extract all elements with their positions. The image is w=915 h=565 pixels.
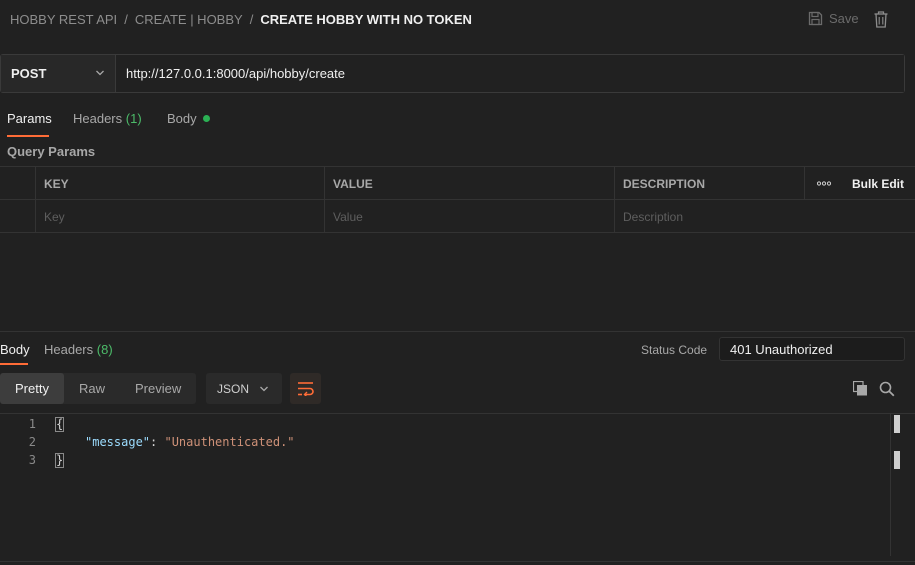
breadcrumb-collection[interactable]: HOBBY REST API xyxy=(10,12,117,27)
value-input[interactable]: Value xyxy=(324,200,614,233)
column-description: DESCRIPTION xyxy=(614,167,804,200)
more-icon xyxy=(816,181,831,186)
breadcrumb-separator: / xyxy=(249,12,254,27)
json-key: "message" xyxy=(85,435,151,449)
json-value: "Unauthenticated." xyxy=(164,435,295,449)
key-input[interactable]: Key xyxy=(35,200,324,233)
tab-body-label: Body xyxy=(167,111,197,126)
body-indicator-dot xyxy=(202,115,210,122)
save-label: Save xyxy=(829,11,859,26)
trash-icon[interactable] xyxy=(874,11,888,28)
line-number: 1 xyxy=(28,417,36,431)
scrollbar-thumb[interactable] xyxy=(894,415,900,433)
column-value: VALUE xyxy=(324,167,614,200)
line-number: 3 xyxy=(28,453,36,467)
response-active-tab-indicator xyxy=(0,363,28,365)
tab-body[interactable]: Body xyxy=(167,111,210,126)
description-input[interactable]: Description xyxy=(614,200,915,233)
response-headers-count: (8) xyxy=(96,342,113,357)
wrap-lines-button[interactable] xyxy=(290,373,321,404)
scrollbar-track[interactable] xyxy=(890,414,905,556)
response-tab-headers-label: Headers xyxy=(44,342,94,357)
more-options-button[interactable] xyxy=(804,167,842,200)
request-url-bar: POST http://127.0.0.1:8000/api/hobby/cre… xyxy=(0,54,905,93)
response-format-tabs: Pretty Raw Preview xyxy=(0,373,197,404)
save-button[interactable]: Save xyxy=(808,11,859,26)
save-icon xyxy=(808,11,823,26)
method-label: POST xyxy=(11,66,47,81)
search-icon[interactable] xyxy=(879,381,895,397)
wrap-lines-icon xyxy=(298,382,314,396)
breadcrumb-separator: / xyxy=(124,12,128,27)
breadcrumb: HOBBY REST API / CREATE | HOBBY / CREATE HOB… xyxy=(10,12,472,27)
request-title[interactable]: CREATE HOBBY WITH NO TOKEN xyxy=(260,12,472,27)
params-table: KEY VALUE DESCRIPTION Bulk Edit Key Valu… xyxy=(0,166,915,233)
format-pretty[interactable]: Pretty xyxy=(0,373,64,404)
format-preview[interactable]: Preview xyxy=(120,373,196,404)
chevron-down-icon xyxy=(96,70,104,76)
tab-headers[interactable]: Headers (1) xyxy=(73,111,142,126)
copy-icon[interactable] xyxy=(853,381,868,396)
breadcrumb-folder[interactable]: CREATE | HOBBY xyxy=(135,12,243,27)
method-select[interactable]: POST xyxy=(1,55,116,92)
language-label: JSON xyxy=(217,381,250,396)
bulk-edit-button[interactable]: Bulk Edit xyxy=(842,167,915,200)
response-divider[interactable] xyxy=(0,331,915,332)
tab-params[interactable]: Params xyxy=(7,111,52,126)
json-open-brace: { xyxy=(54,417,65,432)
response-tab-headers[interactable]: Headers (8) xyxy=(44,342,113,357)
response-body-editor[interactable]: 1 2 3 { "message": "Unauthenticated." } xyxy=(0,413,915,556)
status-code-value: 401 Unauthorized xyxy=(719,337,905,361)
table-row: Key Value Description xyxy=(0,200,915,233)
tab-headers-label: Headers xyxy=(73,111,123,126)
language-select[interactable]: JSON xyxy=(206,373,282,404)
url-input[interactable]: http://127.0.0.1:8000/api/hobby/create xyxy=(116,55,904,92)
line-number: 2 xyxy=(28,435,36,449)
json-colon: : xyxy=(150,435,165,449)
request-tabs: Params Headers (1) Body xyxy=(0,108,915,138)
query-params-heading: Query Params xyxy=(7,144,96,159)
format-raw[interactable]: Raw xyxy=(64,373,120,404)
column-key: KEY xyxy=(35,167,324,200)
json-close-brace: } xyxy=(54,453,65,468)
response-tab-body[interactable]: Body xyxy=(0,342,30,357)
table-header-row: KEY VALUE DESCRIPTION Bulk Edit xyxy=(0,167,915,200)
chevron-down-icon xyxy=(260,386,268,392)
status-code-label: Status Code xyxy=(641,343,708,357)
tab-headers-count: (1) xyxy=(125,111,142,126)
bottom-divider xyxy=(0,561,915,562)
header-bar: HOBBY REST API / CREATE | HOBBY / CREATE HOB… xyxy=(0,0,915,40)
scrollbar-marker xyxy=(894,451,900,469)
active-tab-indicator xyxy=(7,135,49,137)
